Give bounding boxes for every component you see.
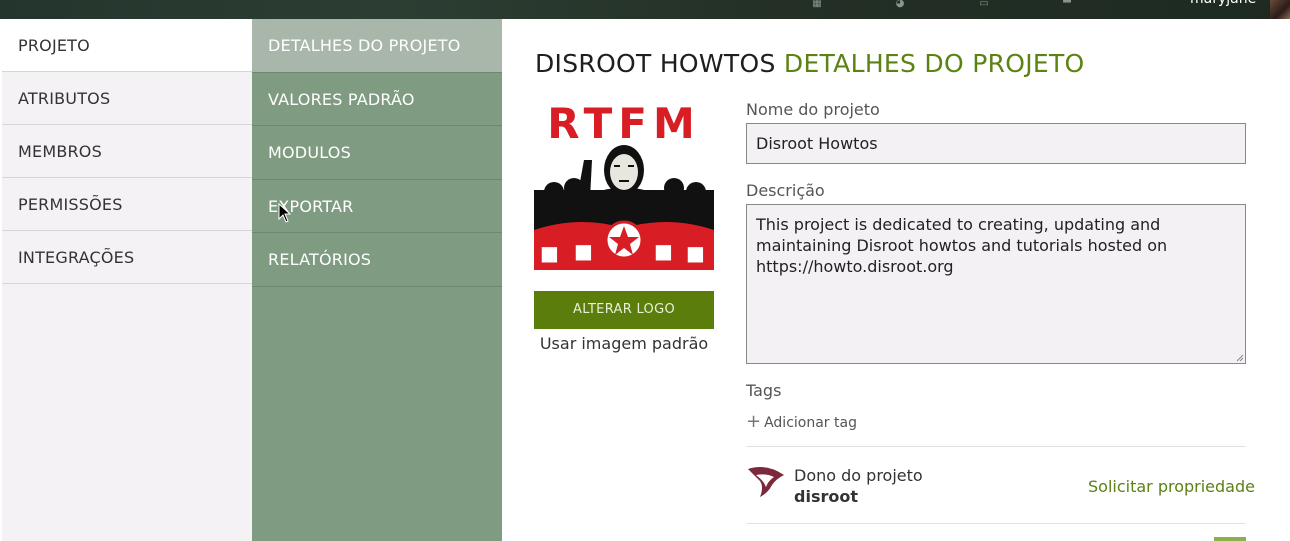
description-label: Descrição <box>746 181 825 200</box>
mouse-cursor-icon <box>278 203 292 223</box>
owner-avatar-icon <box>748 467 784 497</box>
username[interactable]: maryjane <box>1190 0 1256 7</box>
nav-item-integracoes[interactable]: INTEGRAÇÕES <box>2 231 252 284</box>
owner-name[interactable]: disroot <box>794 487 858 506</box>
description-textarea[interactable]: This project is dedicated to creating, u… <box>746 204 1246 364</box>
svg-text:■: ■ <box>540 241 559 265</box>
globe-icon[interactable]: ◕ <box>891 0 909 9</box>
project-name-input[interactable]: Disroot Howtos <box>746 123 1246 164</box>
tags-label: Tags <box>746 381 782 400</box>
claim-ownership-link[interactable]: Solicitar propriedade <box>1088 477 1255 496</box>
plus-icon: + <box>746 411 762 432</box>
add-tag-label: Adicionar tag <box>764 415 857 431</box>
main-content: DISROOT HOWTOS DETALHES DO PROJETO RTFM … <box>502 19 1290 541</box>
monitor-icon[interactable]: ▀ <box>1058 0 1076 9</box>
project-subnav: DETALHES DO PROJETO VALORES PADRÃO MODUL… <box>252 19 502 541</box>
description-text: This project is dedicated to creating, u… <box>756 215 1168 276</box>
settings-nav: PROJETO ATRIBUTOS MEMBROS PERMISSÕES INT… <box>0 19 252 541</box>
divider <box>746 446 1246 447</box>
resize-handle-icon[interactable] <box>1236 354 1244 362</box>
nav-item-permissoes[interactable]: PERMISSÕES <box>2 178 252 231</box>
grid-icon[interactable]: ▦ <box>808 0 826 9</box>
top-bar: ▦ ◕ ▭ ▀ maryjane <box>0 0 1290 19</box>
subnav-item-detalhes[interactable]: DETALHES DO PROJETO <box>252 19 502 73</box>
change-logo-button[interactable]: ALTERAR LOGO <box>534 291 714 329</box>
svg-text:■: ■ <box>686 241 705 265</box>
owner-label: Dono do projeto <box>794 466 923 485</box>
project-logo: RTFM ■ ■ ■ ■ <box>534 100 714 270</box>
project-name-title: DISROOT HOWTOS <box>535 49 776 78</box>
subnav-item-valores-padrao[interactable]: VALORES PADRÃO <box>252 73 502 126</box>
box-icon[interactable]: ▭ <box>975 0 993 9</box>
nav-item-atributos[interactable]: ATRIBUTOS <box>2 72 252 125</box>
section-title: DETALHES DO PROJETO <box>783 49 1085 78</box>
svg-text:■: ■ <box>654 239 673 263</box>
page-title: DISROOT HOWTOS DETALHES DO PROJETO <box>535 49 1085 78</box>
project-name-label: Nome do projeto <box>746 100 880 119</box>
logo-text: RTFM <box>547 100 701 148</box>
avatar[interactable] <box>1270 0 1290 19</box>
use-default-image-link[interactable]: Usar imagem padrão <box>534 334 714 353</box>
add-tag-button[interactable]: + Adicionar tag <box>746 411 857 432</box>
svg-text:■: ■ <box>574 239 593 263</box>
save-button[interactable] <box>1214 537 1246 541</box>
nav-item-membros[interactable]: MEMBROS <box>2 125 252 178</box>
subnav-item-modulos[interactable]: MODULOS <box>252 126 502 180</box>
divider <box>746 523 1246 524</box>
subnav-item-relatorios[interactable]: RELATÓRIOS <box>252 233 502 287</box>
nav-item-projeto[interactable]: PROJETO <box>2 19 252 72</box>
